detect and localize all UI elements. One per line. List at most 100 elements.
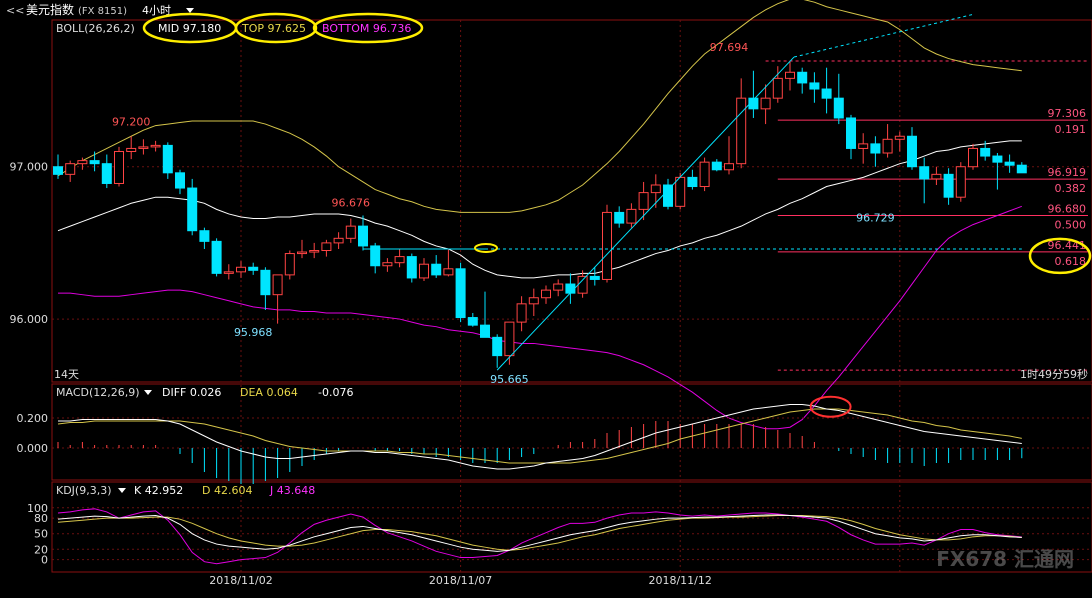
watermark: FX678 汇通网 bbox=[936, 547, 1074, 571]
kdj-label: KDJ(9,3,3) bbox=[56, 484, 112, 497]
candle-body bbox=[676, 177, 685, 206]
kdj-indicator: 1008050200 bbox=[27, 502, 1092, 567]
macd-tick-label: 0.200 bbox=[17, 412, 49, 425]
boll-label: BOLL(26,26,2) bbox=[56, 22, 135, 35]
candle-body bbox=[542, 290, 551, 298]
kdj-d-value: D 42.604 bbox=[202, 484, 252, 497]
price-chart: 97.00096.000 97.3060.19196.9190.38296.68… bbox=[0, 0, 1092, 594]
fib-ratio-label: 0.618 bbox=[1055, 255, 1087, 268]
symbol-code: (FX 8151) bbox=[78, 6, 127, 17]
countdown-label: 1时49分59秒 bbox=[1020, 367, 1088, 381]
kdj-k-value: K 42.952 bbox=[134, 484, 183, 497]
candle-body bbox=[932, 174, 941, 179]
candle-body bbox=[249, 267, 258, 270]
candle-body bbox=[529, 298, 538, 304]
candle-body bbox=[859, 144, 868, 149]
candle-body bbox=[554, 284, 563, 290]
candle-body bbox=[346, 226, 355, 238]
candle-body bbox=[798, 72, 807, 83]
price-annotation: 97.200 bbox=[112, 116, 151, 129]
candle-body bbox=[200, 231, 209, 242]
candle-body bbox=[773, 78, 782, 98]
candle-body bbox=[176, 173, 185, 188]
candle-body bbox=[224, 272, 233, 274]
candle-body bbox=[895, 136, 904, 139]
uptrend-line bbox=[497, 57, 794, 370]
candle-body bbox=[151, 145, 160, 147]
kdj-d-line bbox=[58, 516, 1022, 551]
candle-body bbox=[261, 270, 270, 294]
macd-tick-label: 0.000 bbox=[17, 442, 49, 455]
candle-body bbox=[285, 254, 294, 275]
boll-top-value: TOP 97.625 bbox=[241, 22, 306, 35]
candle-body bbox=[566, 284, 575, 293]
x-axis-label: 2018/11/02 bbox=[209, 574, 272, 587]
price-annotation: 95.665 bbox=[490, 373, 529, 386]
macd-label: MACD(12,26,9) bbox=[56, 386, 140, 399]
price-tick-label: 96.000 bbox=[10, 313, 49, 326]
candle-body bbox=[517, 304, 526, 322]
candle-body bbox=[883, 139, 892, 153]
candle-body bbox=[847, 118, 856, 148]
candle-body bbox=[920, 167, 929, 179]
candle-body bbox=[651, 185, 660, 193]
price-annotation: 96.676 bbox=[332, 196, 371, 209]
x-axis: 2018/11/022018/11/072018/11/12 bbox=[209, 574, 712, 587]
candle-body bbox=[700, 162, 709, 186]
boll-bottom-value: BOTTOM 96.736 bbox=[322, 22, 411, 35]
macd-chevron-down-icon[interactable] bbox=[144, 390, 152, 395]
candle-body bbox=[432, 264, 441, 275]
x-axis-label: 2018/11/12 bbox=[648, 574, 711, 587]
candle-body bbox=[603, 212, 612, 279]
fib-price-label: 96.441 bbox=[1048, 239, 1087, 252]
candle-body bbox=[810, 83, 819, 89]
chevron-down-icon[interactable] bbox=[186, 8, 194, 13]
candle-body bbox=[420, 264, 429, 278]
fibonacci-levels: 97.3060.19196.9190.38296.6800.50096.4410… bbox=[766, 61, 1090, 370]
candle-body bbox=[395, 257, 404, 263]
kdj-chevron-down-icon[interactable] bbox=[118, 488, 126, 493]
candle-body bbox=[786, 72, 795, 78]
boll-mid-line bbox=[58, 141, 1022, 278]
price-panel-frame bbox=[52, 20, 1092, 382]
candle-body bbox=[627, 209, 636, 223]
fib-ratio-label: 0.382 bbox=[1055, 182, 1087, 195]
kdj-j-value: J 43.648 bbox=[269, 484, 315, 497]
candle-body bbox=[737, 98, 746, 164]
symbol-title: 美元指数 bbox=[26, 2, 74, 17]
candle-body bbox=[712, 162, 721, 170]
candle-body bbox=[139, 147, 148, 149]
candle-body bbox=[944, 174, 953, 197]
candle-body bbox=[639, 193, 648, 210]
candle-body bbox=[969, 148, 978, 166]
candle-body bbox=[237, 267, 246, 272]
fib-price-label: 96.919 bbox=[1048, 166, 1087, 179]
candle-body bbox=[761, 98, 770, 109]
fib-price-label: 97.306 bbox=[1048, 107, 1087, 120]
candle-body bbox=[444, 269, 453, 275]
candle-body bbox=[615, 212, 624, 223]
candle-body bbox=[456, 269, 465, 318]
candle-body bbox=[212, 241, 221, 273]
candle-body bbox=[90, 161, 99, 164]
chart-stage: 97.00096.000 97.3060.19196.9190.38296.68… bbox=[0, 0, 1092, 594]
candle-body bbox=[908, 136, 917, 166]
candle-body bbox=[956, 167, 965, 197]
candle-body bbox=[322, 243, 331, 251]
candle-body bbox=[468, 318, 477, 326]
macd-diff-value: DIFF 0.026 bbox=[162, 386, 221, 399]
macd-dea-value: DEA 0.064 bbox=[240, 386, 298, 399]
candle-body bbox=[822, 89, 831, 98]
kdj-tick-label: 0 bbox=[41, 554, 48, 567]
candle-body bbox=[1005, 162, 1014, 165]
candle-body bbox=[383, 263, 392, 266]
candle-body bbox=[493, 337, 502, 355]
back-button[interactable]: << bbox=[6, 4, 24, 17]
price-annotation: 95.968 bbox=[234, 326, 273, 339]
bars-count-label: 14天 bbox=[54, 368, 79, 381]
candle-body bbox=[163, 145, 172, 172]
price-annotation: 97.694 bbox=[710, 41, 749, 54]
candle-body bbox=[664, 185, 673, 206]
kdj-tick-label: 80 bbox=[34, 512, 48, 525]
macd-histogram-value: -0.076 bbox=[318, 386, 353, 399]
